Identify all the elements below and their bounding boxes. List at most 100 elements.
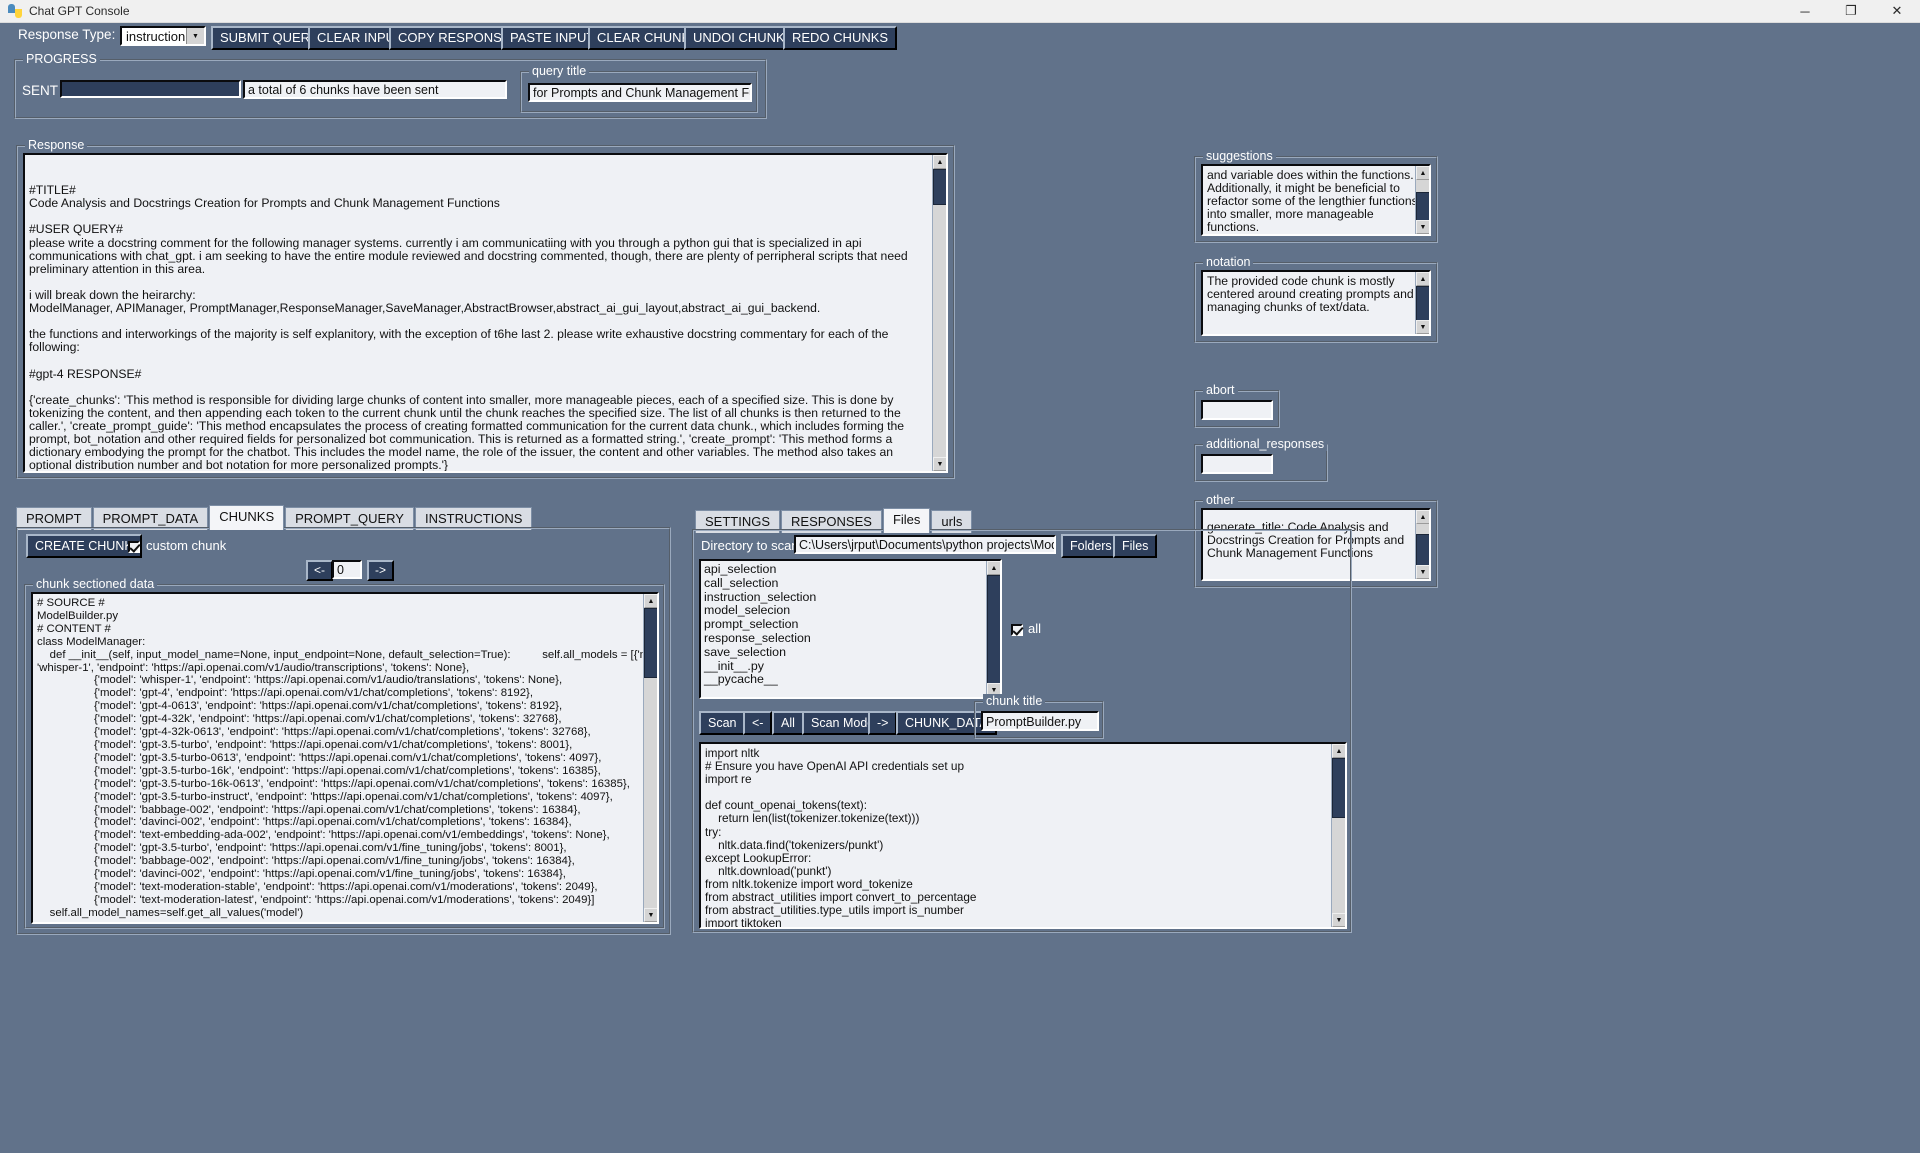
scroll-up-icon[interactable]: ▲ (1332, 744, 1345, 758)
file-preview-scrollbar[interactable]: ▲ ▼ (1331, 744, 1345, 927)
file-preview-text: import nltk # Ensure you have OpenAI API… (705, 746, 977, 929)
scan-all-button[interactable]: All (772, 711, 804, 735)
scroll-thumb[interactable] (987, 575, 1000, 687)
python-logo-icon (7, 3, 23, 19)
suggestions-group: suggestions and variable does within the… (1194, 149, 1438, 243)
tab-files[interactable]: Files (882, 508, 931, 533)
redo-chunks-button[interactable]: REDO CHUNKS (783, 26, 898, 50)
chunk-prev-button[interactable]: <- (306, 560, 334, 581)
scroll-up-icon[interactable]: ▲ (1416, 272, 1429, 286)
scroll-down-icon[interactable]: ▼ (1416, 565, 1429, 579)
query-title-group: query title for Prompts and Chunk Manage… (520, 64, 758, 113)
suggestions-label: suggestions (1203, 149, 1276, 163)
response-type-label: Response Type: (18, 27, 116, 42)
all-files-checkbox[interactable] (1011, 624, 1023, 636)
close-button[interactable]: ✕ (1874, 0, 1920, 22)
custom-chunk-checkbox[interactable] (128, 541, 140, 553)
scroll-up-icon[interactable]: ▲ (933, 155, 946, 169)
sent-label: SENT (22, 83, 59, 98)
sent-status-field: a total of 6 chunks have been sent (243, 80, 507, 99)
list-item[interactable]: call_selection (704, 576, 997, 591)
scroll-down-icon[interactable]: ▼ (1332, 913, 1345, 927)
list-item[interactable]: response_selection (704, 631, 997, 646)
response-textarea[interactable]: #TITLE# Code Analysis and Docstrings Cre… (23, 153, 948, 473)
abort-label: abort (1203, 383, 1238, 397)
progress-group: PROGRESS SENT a total of 6 chunks have b… (14, 52, 767, 119)
tab-chunks[interactable]: CHUNKS (209, 505, 285, 530)
query-title-field[interactable]: for Prompts and Chunk Management Functio… (528, 83, 752, 102)
query-title-label: query title (529, 64, 590, 78)
chunk-index-field[interactable]: 0 (332, 560, 362, 579)
directory-to-scan-input[interactable]: C:\Users\jrput\Documents\python projects… (794, 535, 1056, 554)
copy-response-button[interactable]: COPY RESPONSE (389, 26, 520, 50)
scan-prev-button[interactable]: <- (743, 711, 773, 735)
scroll-thumb[interactable] (933, 169, 946, 205)
chevron-down-icon[interactable]: ▼ (186, 28, 204, 44)
suggestions-scrollbar[interactable]: ▲ ▼ (1415, 166, 1429, 234)
abort-field[interactable] (1201, 400, 1273, 420)
chunk-title-label: chunk title (983, 694, 1046, 708)
scroll-up-icon[interactable]: ▲ (1416, 510, 1429, 524)
suggestions-text: and variable does within the functions. … (1207, 168, 1418, 235)
file-listbox[interactable]: api_selection call_selection instruction… (699, 559, 1002, 699)
progress-bar (60, 80, 241, 98)
suggestions-textarea[interactable]: and variable does within the functions. … (1201, 164, 1431, 236)
additional-responses-group: additional_responses (1194, 437, 1328, 482)
other-scrollbar[interactable]: ▲ ▼ (1415, 510, 1429, 579)
file-list-scrollbar[interactable]: ▲ ▼ (986, 561, 1000, 697)
files-tab-panel: Directory to scan: C:\Users\jrput\Docume… (692, 529, 1352, 933)
files-button[interactable]: Files (1113, 534, 1158, 558)
chunk-title-group: chunk title PromptBuilder.py (974, 694, 1104, 739)
list-item[interactable]: __pycache__ (704, 673, 997, 687)
chunk-title-field[interactable]: PromptBuilder.py (981, 711, 1099, 731)
directory-to-scan-label: Directory to scan: (701, 538, 803, 553)
response-type-dropdown[interactable]: instruction ▼ (120, 26, 206, 46)
list-item[interactable]: instruction_selection (704, 590, 997, 605)
chunk-data-textarea[interactable]: # SOURCE # ModelBuilder.py # CONTENT # c… (31, 592, 659, 924)
list-item[interactable]: __init__.py (704, 659, 997, 674)
list-item[interactable]: prompt_selection (704, 617, 997, 632)
scroll-up-icon[interactable]: ▲ (987, 561, 1000, 575)
minimize-button[interactable]: ─ (1782, 0, 1828, 22)
chunk-sectioned-data-group: chunk sectioned data # SOURCE # ModelBui… (24, 577, 665, 929)
response-type-value: instruction (126, 28, 186, 44)
list-item[interactable]: model_selecion (704, 604, 997, 618)
scroll-thumb[interactable] (1332, 758, 1345, 818)
chunks-tab-panel: CREATE CHUNK custom chunk <- 0 -> chunk … (16, 527, 671, 935)
scroll-down-icon[interactable]: ▼ (1416, 220, 1429, 234)
scan-button[interactable]: Scan (699, 711, 746, 735)
scan-next-button[interactable]: -> (868, 711, 898, 735)
chunk-data-text: # SOURCE # ModelBuilder.py # CONTENT # c… (37, 597, 657, 919)
create-chunk-button[interactable]: CREATE CHUNK (26, 534, 142, 558)
scroll-thumb[interactable] (1416, 534, 1429, 568)
notation-textarea[interactable]: The provided code chunk is mostly center… (1201, 270, 1431, 336)
chunk-data-scrollbar[interactable]: ▲ ▼ (643, 594, 657, 922)
window-controls: ─ ❐ ✕ (1782, 0, 1920, 22)
response-scrollbar[interactable]: ▲ ▼ (932, 155, 946, 471)
chunk-next-button[interactable]: -> (367, 560, 395, 581)
scroll-down-icon[interactable]: ▼ (1416, 320, 1429, 334)
list-item[interactable]: api_selection (704, 562, 997, 577)
scroll-down-icon[interactable]: ▼ (933, 457, 946, 471)
progress-group-label: PROGRESS (23, 52, 100, 66)
all-files-label: all (1028, 621, 1042, 636)
folders-button[interactable]: Folders (1061, 534, 1121, 558)
additional-responses-field[interactable] (1201, 454, 1273, 474)
list-item[interactable]: save_selection (704, 645, 997, 660)
scroll-up-icon[interactable]: ▲ (644, 594, 657, 608)
scroll-thumb[interactable] (644, 608, 657, 678)
response-group: Response #TITLE# Code Analysis and Docst… (16, 138, 955, 479)
notation-scrollbar[interactable]: ▲ ▼ (1415, 272, 1429, 334)
window-title: Chat GPT Console (29, 4, 130, 18)
maximize-button[interactable]: ❐ (1828, 0, 1874, 22)
scroll-thumb[interactable] (1416, 286, 1429, 324)
response-group-label: Response (25, 138, 88, 152)
notation-group: notation The provided code chunk is most… (1194, 255, 1438, 343)
window-title-bar: Chat GPT Console ─ ❐ ✕ (0, 0, 1920, 23)
notation-text: The provided code chunk is mostly center… (1207, 274, 1414, 315)
file-preview-textarea[interactable]: import nltk # Ensure you have OpenAI API… (699, 742, 1347, 929)
chunk-sectioned-data-label: chunk sectioned data (33, 577, 158, 591)
scroll-down-icon[interactable]: ▼ (644, 908, 657, 922)
response-text: #TITLE# Code Analysis and Docstrings Cre… (29, 183, 908, 473)
scroll-up-icon[interactable]: ▲ (1416, 166, 1429, 180)
